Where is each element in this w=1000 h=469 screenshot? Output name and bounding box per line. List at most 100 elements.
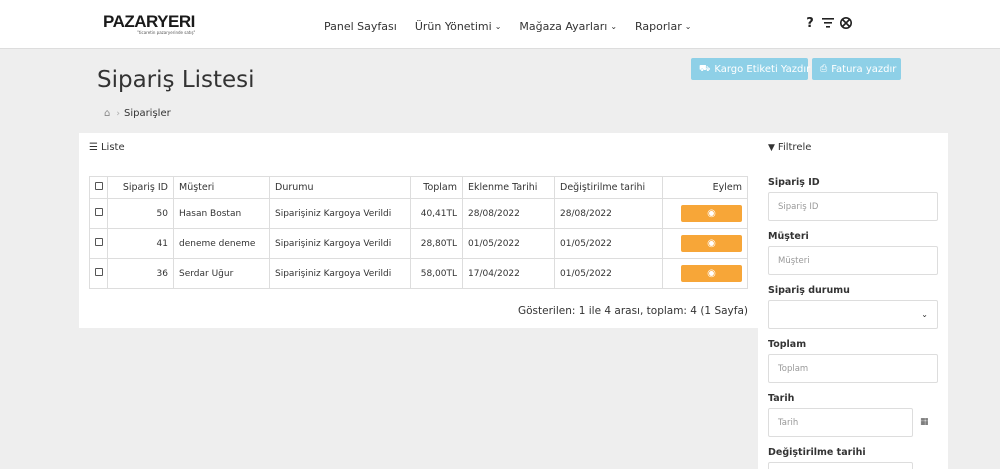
question-icon[interactable]: ?: [802, 15, 818, 31]
pagination-info: Gösterilen: 1 ile 4 arası, toplam: 4 (1 …: [517, 305, 748, 317]
eye-icon: ◉: [707, 238, 716, 249]
print-shipping-label-button[interactable]: ⛟ Kargo Etiketi Yazdır: [691, 58, 811, 80]
total-cell: 28,80TL: [410, 228, 463, 259]
row-select-cell: [89, 258, 108, 289]
calendar-icon[interactable]: ▦: [920, 417, 929, 427]
button-label: Kargo Etiketi Yazdır: [714, 63, 811, 75]
navbar-actions: ?: [802, 15, 856, 31]
order-id-cell: 41: [107, 228, 174, 259]
breadcrumb: ⌂ › Siparişler: [104, 108, 171, 119]
column-header-added-date[interactable]: Eklenme Tarihi: [462, 176, 555, 199]
top-navbar: PAZARYERI "ticaretin pazaryerinde satış"…: [0, 0, 1000, 49]
main-menu: Panel Sayfası Ürün Yönetimi ⌄ Mağaza Ayar…: [324, 20, 709, 33]
row-select-cell: [89, 198, 108, 229]
brand-name: PAZARYERI: [103, 12, 195, 31]
modified-date-cell: 01/05/2022: [554, 228, 663, 259]
row-checkbox[interactable]: [94, 208, 103, 216]
chevron-down-icon: ⌄: [921, 310, 928, 319]
select-all-checkbox[interactable]: [94, 182, 103, 190]
customer-cell: Hasan Bostan: [173, 198, 270, 229]
added-date-cell: 01/05/2022: [462, 228, 555, 259]
home-icon[interactable]: ⌂: [104, 108, 110, 119]
nav-item-label: Ürün Yönetimi: [414, 20, 492, 33]
action-cell: ◉: [662, 258, 748, 289]
order-list-panel: ☰ Liste Sipariş ID Müşteri Durumu Toplam…: [79, 133, 758, 328]
column-header-status[interactable]: Durumu: [269, 176, 411, 199]
print-icon: ⎙: [820, 64, 828, 74]
list-heading: Liste: [100, 142, 125, 153]
date-input[interactable]: Tarih: [768, 408, 913, 437]
button-label: Fatura yazdır: [831, 63, 897, 75]
eye-icon: ◉: [707, 268, 716, 279]
list-panel-heading: ☰ Liste: [89, 142, 125, 153]
view-order-button[interactable]: ◉: [681, 235, 742, 252]
customer-input[interactable]: Müşteri: [768, 246, 938, 275]
total-input[interactable]: Toplam: [768, 354, 938, 383]
eye-icon: ◉: [707, 208, 716, 219]
status-cell: Siparişiniz Kargoya Verildi: [269, 228, 411, 259]
filter-heading: Filtrele: [777, 142, 812, 153]
brand-logo[interactable]: PAZARYERI "ticaretin pazaryerinde satış": [103, 13, 195, 35]
breadcrumb-current[interactable]: Siparişler: [124, 108, 171, 119]
order-status-select[interactable]: ⌄: [768, 300, 938, 329]
nav-item-label: Mağaza Ayarları: [519, 20, 608, 33]
date-label: Tarih: [768, 393, 795, 404]
view-order-button[interactable]: ◉: [681, 265, 742, 282]
filter-lines-icon[interactable]: [820, 15, 836, 31]
breadcrumb-separator-icon: ›: [116, 108, 120, 119]
page-title: Sipariş Listesi: [97, 67, 255, 93]
added-date-cell: 28/08/2022: [462, 198, 555, 229]
print-invoice-button[interactable]: ⎙ Fatura yazdır: [812, 58, 901, 80]
nav-item-panel[interactable]: Panel Sayfası: [324, 20, 397, 33]
column-header-total[interactable]: Toplam: [410, 176, 463, 199]
nav-item-magaza-ayarlari[interactable]: Mağaza Ayarları ⌄: [519, 20, 617, 33]
nav-item-raporlar[interactable]: Raporlar ⌄: [635, 20, 691, 33]
total-label: Toplam: [768, 339, 807, 350]
nav-item-label: Raporlar: [635, 20, 682, 33]
filter-icon: ▼: [768, 142, 775, 153]
filter-panel: ▼ Filtrele Sipariş ID Sipariş ID Müşteri…: [758, 133, 948, 469]
modified-date-cell: 01/05/2022: [554, 258, 663, 289]
column-header-customer[interactable]: Müşteri: [173, 176, 270, 199]
table-row: 41 deneme deneme Siparişiniz Kargoya Ver…: [89, 228, 748, 259]
order-id-input[interactable]: Sipariş ID: [768, 192, 938, 221]
list-icon: ☰: [89, 142, 98, 153]
select-all-cell: [89, 176, 108, 199]
globe-icon[interactable]: [838, 15, 854, 31]
action-cell: ◉: [662, 198, 748, 229]
chevron-down-icon: ⌄: [684, 22, 692, 31]
table-row: 36 Serdar Uğur Siparişiniz Kargoya Veril…: [89, 258, 748, 289]
truck-icon: ⛟: [699, 63, 711, 74]
total-cell: 58,00TL: [410, 258, 463, 289]
row-checkbox[interactable]: [94, 238, 103, 246]
status-cell: Siparişiniz Kargoya Verildi: [269, 198, 411, 229]
filter-panel-heading: ▼ Filtrele: [768, 142, 811, 153]
column-header-action: Eylem: [662, 176, 748, 199]
customer-label: Müşteri: [768, 231, 809, 242]
status-cell: Siparişiniz Kargoya Verildi: [269, 258, 411, 289]
modified-date-label: Değiştirilme tarihi: [768, 447, 866, 458]
table-row: 50 Hasan Bostan Siparişiniz Kargoya Veri…: [89, 198, 748, 229]
order-id-cell: 36: [107, 258, 174, 289]
modified-date-input[interactable]: [768, 462, 913, 469]
chevron-down-icon: ⌄: [494, 22, 502, 31]
nav-item-label: Panel Sayfası: [324, 20, 397, 33]
customer-cell: Serdar Uğur: [173, 258, 270, 289]
order-status-label: Sipariş durumu: [768, 285, 850, 296]
nav-item-urun-yonetimi[interactable]: Ürün Yönetimi ⌄: [415, 20, 502, 33]
order-id-cell: 50: [107, 198, 174, 229]
brand-tagline: "ticaretin pazaryerinde satış": [137, 30, 196, 35]
column-header-order-id[interactable]: Sipariş ID: [107, 176, 174, 199]
chevron-down-icon: ⌄: [610, 22, 618, 31]
row-checkbox[interactable]: [94, 268, 103, 276]
row-select-cell: [89, 228, 108, 259]
customer-cell: deneme deneme: [173, 228, 270, 259]
order-table: Sipariş ID Müşteri Durumu Toplam Eklenme…: [89, 176, 748, 289]
total-cell: 40,41TL: [410, 198, 463, 229]
table-header-row: Sipariş ID Müşteri Durumu Toplam Eklenme…: [89, 176, 748, 199]
modified-date-cell: 28/08/2022: [554, 198, 663, 229]
order-id-label: Sipariş ID: [768, 177, 820, 188]
view-order-button[interactable]: ◉: [681, 205, 742, 222]
action-cell: ◉: [662, 228, 748, 259]
column-header-modified-date[interactable]: Değiştirilme tarihi: [554, 176, 663, 199]
